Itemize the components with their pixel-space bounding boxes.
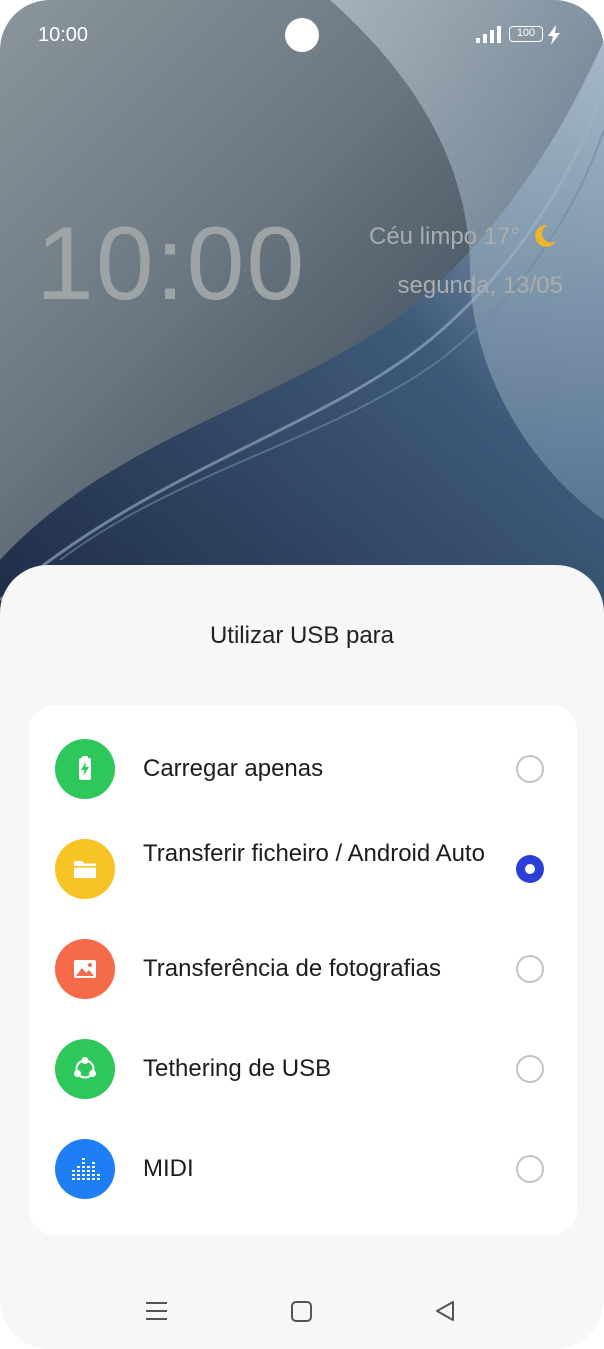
radio-button[interactable]: [516, 1155, 544, 1183]
option-charge-only[interactable]: Carregar apenas: [29, 719, 577, 819]
option-label: Tethering de USB: [143, 1055, 332, 1082]
phone-screen: 10:00 100 10:00 Céu limpo 17° segunda, 1…: [0, 0, 604, 1349]
option-label: Carregar apenas: [143, 755, 324, 782]
weather-text: Céu limpo 17°: [368, 223, 520, 250]
option-file-transfer[interactable]: Transferir ficheiro / Android Auto: [29, 819, 577, 919]
usb-dialog: Utilizar USB para Carregar apenas Transf…: [0, 565, 604, 1349]
front-camera: [285, 18, 319, 52]
radio-button-selected[interactable]: [516, 855, 544, 883]
status-time: 10:00: [38, 24, 89, 46]
battery-charging-icon: [55, 739, 115, 799]
back-icon[interactable]: [432, 1298, 460, 1324]
option-label: MIDI: [143, 1155, 194, 1182]
option-midi[interactable]: MIDI: [29, 1119, 577, 1219]
option-usb-tethering[interactable]: Tethering de USB: [29, 1019, 577, 1119]
usb-options-card: Carregar apenas Transferir ficheiro / An…: [29, 705, 577, 1235]
navigation-bar: [0, 1280, 604, 1340]
option-label: Transferir ficheiro / Android Auto: [143, 840, 485, 867]
menu-icon[interactable]: [143, 1298, 171, 1324]
signal-icon: [476, 26, 501, 43]
status-bar: 10:00 100: [0, 0, 604, 70]
equalizer-icon: [55, 1139, 115, 1199]
image-icon: [55, 939, 115, 999]
moon-icon: [535, 224, 556, 247]
charging-bolt-icon: [548, 25, 560, 45]
radio-button[interactable]: [516, 955, 544, 983]
option-photo-transfer[interactable]: Transferência de fotografias: [29, 919, 577, 1019]
date-text: segunda, 13/05: [397, 272, 563, 299]
battery-icon: 100: [509, 26, 543, 42]
lockscreen-clock: 10:00: [36, 206, 307, 322]
battery-level: 100: [516, 27, 536, 39]
radio-button[interactable]: [516, 755, 544, 783]
share-network-icon: [55, 1039, 115, 1099]
dialog-title: Utilizar USB para: [209, 622, 395, 649]
radio-button[interactable]: [516, 1055, 544, 1083]
option-label: Transferência de fotografias: [143, 955, 441, 982]
home-icon[interactable]: [288, 1298, 316, 1324]
folder-icon: [55, 839, 115, 899]
